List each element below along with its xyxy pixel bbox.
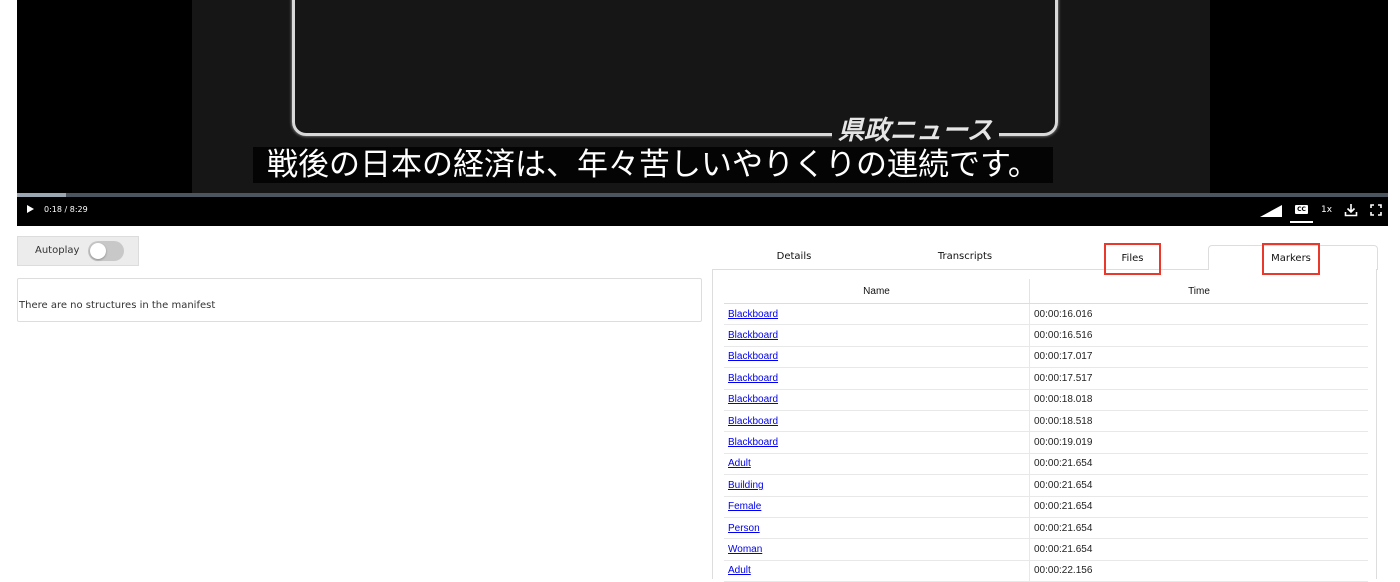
table-row: Adult 00:00:21.654 (724, 453, 1368, 476)
marker-time: 00:00:17.517 (1029, 367, 1368, 390)
table-row: Woman 00:00:21.654 (724, 538, 1368, 561)
marker-time: 00:00:19.019 (1029, 431, 1368, 454)
toggle-knob (90, 243, 106, 259)
marker-name-link[interactable]: Female (728, 501, 761, 512)
seek-bar[interactable] (17, 193, 1388, 197)
table-row: Blackboard 00:00:19.019 (724, 431, 1368, 454)
table-row: Blackboard 00:00:16.016 (724, 303, 1368, 326)
marker-name-link[interactable]: Blackboard (728, 373, 778, 384)
tab-transcripts[interactable]: Transcripts (880, 247, 1050, 267)
table-row: Blackboard 00:00:17.017 (724, 346, 1368, 369)
column-header-name: Name (724, 279, 1030, 304)
autoplay-toggle[interactable] (88, 241, 124, 261)
marker-time: 00:00:16.516 (1029, 324, 1368, 347)
marker-time: 00:00:16.016 (1029, 303, 1368, 326)
marker-name-link[interactable]: Person (728, 523, 760, 534)
captions-active-indicator (1290, 221, 1313, 223)
table-row: Blackboard 00:00:18.018 (724, 389, 1368, 411)
play-icon[interactable] (27, 205, 34, 213)
column-header-time: Time (1029, 279, 1368, 304)
marker-name-link[interactable]: Blackboard (728, 416, 778, 427)
volume-icon[interactable] (1260, 205, 1282, 217)
fullscreen-icon[interactable] (1369, 203, 1383, 217)
table-row: Blackboard 00:00:18.518 (724, 410, 1368, 433)
table-row: Blackboard 00:00:17.517 (724, 367, 1368, 390)
marker-time: 00:00:21.654 (1029, 453, 1368, 476)
table-row: Female 00:00:21.654 (724, 496, 1368, 518)
markers-table: Name Time Blackboard 00:00:16.016 Blackbo… (724, 279, 1368, 582)
table-row: Building 00:00:21.654 (724, 474, 1368, 497)
playback-speed-button[interactable]: 1x (1321, 205, 1332, 215)
video-player[interactable]: 県政ニュース 戦後の日本の経済は、年々苦しいやりくりの連続です。 0:18 / … (17, 0, 1388, 226)
tab-details[interactable]: Details (712, 247, 876, 267)
marker-time: 00:00:17.017 (1029, 346, 1368, 369)
table-row: Blackboard 00:00:16.516 (724, 324, 1368, 347)
autoplay-control: Autoplay (17, 236, 139, 266)
marker-time: 00:00:21.654 (1029, 496, 1368, 518)
marker-time: 00:00:18.518 (1029, 410, 1368, 433)
marker-name-link[interactable]: Blackboard (728, 437, 778, 448)
autoplay-label: Autoplay (35, 245, 80, 256)
video-subtitle: 戦後の日本の経済は、年々苦しいやりくりの連続です。 (253, 147, 1053, 183)
download-icon[interactable] (1344, 203, 1358, 217)
marker-name-link[interactable]: Building (728, 480, 764, 491)
time-display: 0:18 / 8:29 (44, 205, 88, 214)
marker-time: 00:00:21.654 (1029, 538, 1368, 561)
marker-name-link[interactable]: Blackboard (728, 394, 778, 405)
table-row: Adult 00:00:22.156 (724, 560, 1368, 582)
marker-time: 00:00:21.654 (1029, 517, 1368, 540)
marker-name-link[interactable]: Blackboard (728, 309, 778, 320)
table-header-row: Name Time (724, 279, 1368, 304)
structure-panel: There are no structures in the manifest (17, 278, 702, 322)
structure-empty-message: There are no structures in the manifest (19, 300, 216, 311)
marker-name-link[interactable]: Blackboard (728, 330, 778, 341)
marker-name-link[interactable]: Blackboard (728, 351, 778, 362)
table-row: Person 00:00:21.654 (724, 517, 1368, 540)
marker-name-link[interactable]: Adult (728, 458, 751, 469)
marker-time: 00:00:18.018 (1029, 389, 1368, 411)
seek-bar-progress (17, 193, 67, 197)
marker-name-link[interactable]: Adult (728, 565, 751, 576)
video-logo-text: 県政ニュース (832, 110, 999, 147)
captions-icon[interactable]: CC (1295, 205, 1308, 214)
markers-panel: Name Time Blackboard 00:00:16.016 Blackbo… (712, 269, 1377, 582)
marker-name-link[interactable]: Woman (728, 544, 762, 555)
marker-time: 00:00:21.654 (1029, 474, 1368, 497)
marker-time: 00:00:22.156 (1029, 560, 1368, 582)
